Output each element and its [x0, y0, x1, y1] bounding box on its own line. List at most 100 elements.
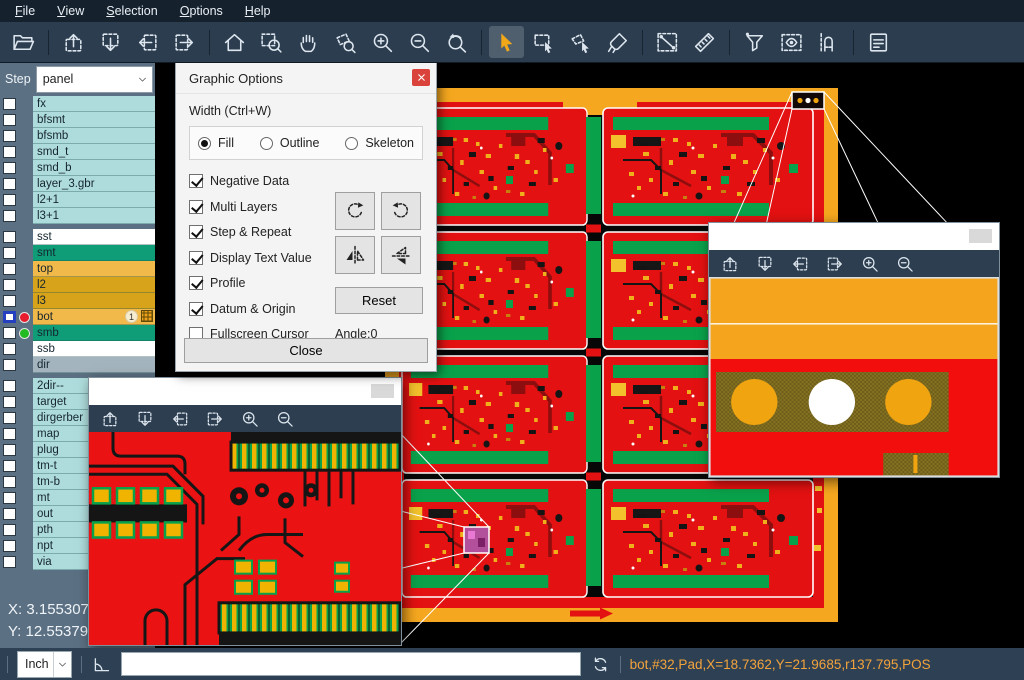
width-radio-option[interactable]: Fill: [198, 136, 234, 150]
pan-hand-button[interactable]: [291, 26, 326, 58]
layer-row[interactable]: fx: [0, 96, 155, 112]
layer-name-cell[interactable]: smd_b: [33, 160, 155, 176]
zoom-out-icon[interactable]: [275, 409, 295, 429]
layer-name-cell[interactable]: top: [33, 261, 155, 277]
menu-help[interactable]: Help: [234, 0, 282, 22]
layer-row[interactable]: l2: [0, 277, 155, 293]
zoom-window-button[interactable]: [254, 26, 289, 58]
display-option[interactable]: Negative Data: [189, 174, 345, 188]
dialog-close-button[interactable]: [412, 69, 430, 86]
pan-down-button[interactable]: [93, 26, 128, 58]
step-selector[interactable]: panel: [36, 66, 153, 93]
layer-name-cell[interactable]: bot 1: [33, 309, 155, 325]
layer-row[interactable]: top: [0, 261, 155, 277]
layer-visibility-checkbox[interactable]: [3, 231, 16, 243]
pan-left-button[interactable]: [130, 26, 165, 58]
zoom-window-pads[interactable]: [708, 222, 1000, 478]
angle-mode-icon[interactable]: [91, 654, 112, 675]
zoom-in-icon[interactable]: [860, 254, 880, 274]
close-button[interactable]: Close: [184, 338, 428, 363]
layer-row[interactable]: smb: [0, 325, 155, 341]
layer-row[interactable]: bfsmb: [0, 128, 155, 144]
layer-name-cell[interactable]: smt: [33, 245, 155, 261]
zoom-out-button[interactable]: [402, 26, 437, 58]
menu-selection[interactable]: Selection: [95, 0, 168, 22]
layer-visibility-checkbox[interactable]: [3, 556, 16, 568]
filter-button[interactable]: [737, 26, 772, 58]
window-menu-button[interactable]: [969, 229, 992, 243]
layer-row[interactable]: smt: [0, 245, 155, 261]
width-radio-option[interactable]: Outline: [260, 136, 320, 150]
zoom-window-view[interactable]: [709, 277, 999, 477]
layer-table-button[interactable]: [861, 26, 896, 58]
select-cursor-button[interactable]: [489, 26, 524, 58]
layer-visibility-checkbox[interactable]: [3, 327, 16, 339]
view-options-button[interactable]: [774, 26, 809, 58]
layer-visibility-checkbox[interactable]: [3, 492, 16, 504]
layer-visibility-checkbox[interactable]: [3, 343, 16, 355]
radio-button[interactable]: [345, 137, 358, 150]
layer-visibility-checkbox[interactable]: [3, 130, 16, 142]
layer-name-cell[interactable]: l3: [33, 293, 155, 309]
pan-down-icon[interactable]: [755, 254, 775, 274]
menu-file[interactable]: File: [4, 0, 46, 22]
layer-name-cell[interactable]: smb: [33, 325, 155, 341]
layer-name-cell[interactable]: sst: [33, 229, 155, 245]
display-option[interactable]: Datum & Origin: [189, 302, 345, 316]
pan-up-button[interactable]: [56, 26, 91, 58]
width-radio-option[interactable]: Skeleton: [345, 136, 414, 150]
rotate-ccw-button[interactable]: [381, 192, 421, 230]
layer-visibility-checkbox[interactable]: [3, 114, 16, 126]
layer-name-cell[interactable]: bfsmt: [33, 112, 155, 128]
zoom-window-titlebar[interactable]: [89, 378, 401, 405]
layer-visibility-checkbox[interactable]: [3, 476, 16, 488]
pan-left-icon[interactable]: [170, 409, 190, 429]
checkbox[interactable]: [189, 276, 203, 290]
zoom-out-icon[interactable]: [895, 254, 915, 274]
zoom-window-detail[interactable]: [88, 377, 402, 646]
board[interactable]: [603, 480, 813, 597]
measure-button[interactable]: [650, 26, 685, 58]
layer-row[interactable]: bfsmt: [0, 112, 155, 128]
display-option[interactable]: Display Text Value: [189, 251, 345, 265]
layer-name-cell[interactable]: l3+1: [33, 208, 155, 224]
layer-row[interactable]: ssb: [0, 341, 155, 357]
layer-visibility-checkbox[interactable]: [3, 508, 16, 520]
layer-visibility-checkbox[interactable]: [3, 444, 16, 456]
layer-row[interactable]: layer_3.gbr: [0, 176, 155, 192]
layer-visibility-checkbox[interactable]: [3, 380, 16, 392]
display-option[interactable]: Profile: [189, 276, 345, 290]
unit-selector[interactable]: Inch: [17, 651, 72, 678]
ruler-button[interactable]: [687, 26, 722, 58]
layer-visibility-checkbox[interactable]: [3, 279, 16, 291]
radio-button[interactable]: [198, 137, 211, 150]
layer-row[interactable]: l2+1: [0, 192, 155, 208]
clean-button[interactable]: [600, 26, 635, 58]
mirror-vertical-button[interactable]: [335, 236, 375, 274]
checkbox[interactable]: [189, 302, 203, 316]
zoom-callout-rect[interactable]: [464, 527, 489, 553]
layer-visibility-checkbox[interactable]: [3, 263, 16, 275]
layer-row[interactable]: bot 1: [0, 309, 155, 325]
board[interactable]: [402, 356, 587, 473]
select-polygon-button[interactable]: [563, 26, 598, 58]
layer-visibility-checkbox[interactable]: [3, 146, 16, 158]
layer-visibility-checkbox[interactable]: [3, 540, 16, 552]
layer-name-cell[interactable]: l2: [33, 277, 155, 293]
layer-row[interactable]: smd_b: [0, 160, 155, 176]
pan-right-button[interactable]: [167, 26, 202, 58]
layer-visibility-checkbox[interactable]: [3, 396, 16, 408]
layer-row[interactable]: l3: [0, 293, 155, 309]
select-rect-button[interactable]: [526, 26, 561, 58]
layer-visibility-checkbox[interactable]: [3, 247, 16, 259]
refresh-icon[interactable]: [590, 654, 611, 675]
layer-name-cell[interactable]: fx: [33, 96, 155, 112]
layer-name-cell[interactable]: layer_3.gbr: [33, 176, 155, 192]
board[interactable]: [402, 480, 587, 597]
zoom-window-titlebar[interactable]: [709, 223, 999, 250]
rotate-cw-button[interactable]: [335, 192, 375, 230]
display-option[interactable]: Multi Layers: [189, 200, 345, 214]
layer-name-cell[interactable]: smd_t: [33, 144, 155, 160]
command-input[interactable]: [121, 652, 581, 676]
pan-left-icon[interactable]: [790, 254, 810, 274]
